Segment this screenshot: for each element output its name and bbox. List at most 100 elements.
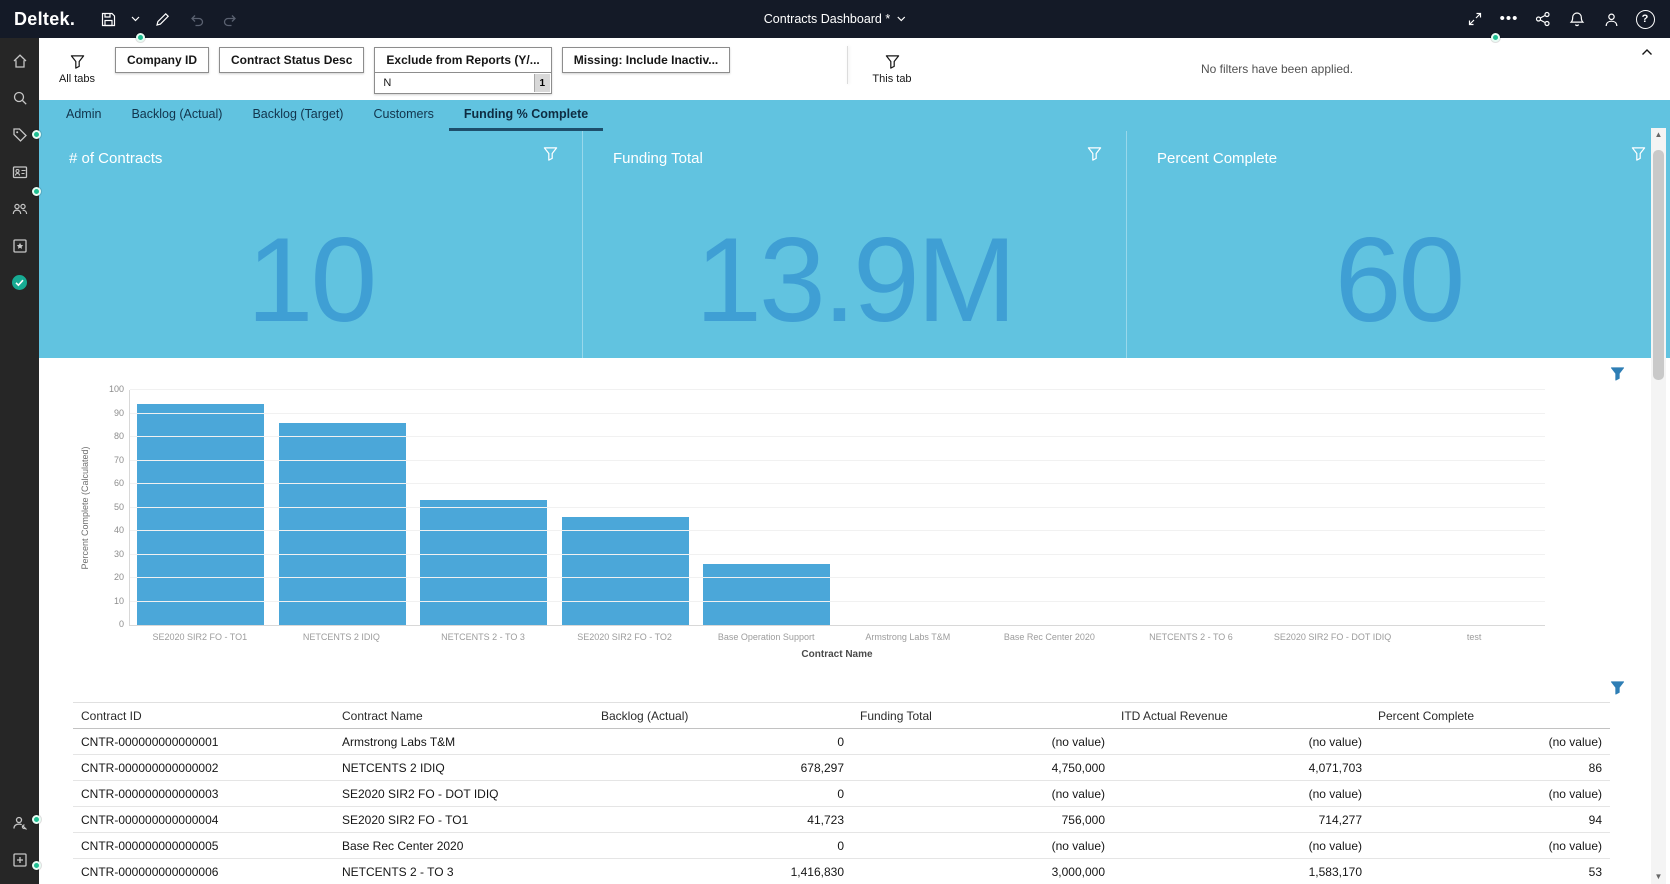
redo-button[interactable]	[213, 0, 247, 38]
x-axis-tick-label: SE2020 SIR2 FO - DOT IDIQ	[1262, 632, 1404, 642]
bar-netcents-2-to-3[interactable]	[420, 500, 547, 625]
table-filter-funnel-icon[interactable]	[1610, 680, 1625, 695]
scroll-up-arrow-icon[interactable]: ▲	[1655, 128, 1663, 142]
x-axis-tick-label: Base Rec Center 2020	[979, 632, 1121, 642]
search-icon	[11, 89, 29, 107]
save-button[interactable]	[91, 0, 125, 38]
vertical-scrollbar[interactable]: ▲ ▼	[1651, 128, 1666, 884]
table-row[interactable]: CNTR-000000000000003SE2020 SIR2 FO - DOT…	[73, 781, 1610, 807]
gridline	[130, 577, 1545, 578]
sidebar-item-search[interactable]	[0, 79, 39, 116]
gridline	[130, 413, 1545, 414]
filter-chip-label[interactable]: Exclude from Reports (Y/...	[375, 48, 550, 73]
column-header-percent-complete[interactable]: Percent Complete	[1370, 703, 1610, 729]
gridline	[130, 460, 1545, 461]
sidebar-item-contacts[interactable]	[0, 190, 39, 227]
bar-slot	[413, 390, 555, 625]
filter-chip-value[interactable]: N	[375, 77, 391, 89]
table-row[interactable]: CNTR-000000000000002NETCENTS 2 IDIQ678,2…	[73, 755, 1610, 781]
undo-button[interactable]	[179, 0, 213, 38]
bar-slot	[130, 390, 272, 625]
y-axis-tick-label: 90	[92, 408, 124, 418]
top-bar: Deltek.	[0, 0, 1670, 38]
table-cell: CNTR-000000000000006	[73, 859, 334, 884]
scroll-down-arrow-icon[interactable]: ▼	[1655, 870, 1663, 884]
edit-button[interactable]	[145, 0, 179, 38]
bar-se2020-sir2-fo-to1[interactable]	[137, 404, 264, 625]
table-cell: (no value)	[1370, 833, 1610, 859]
table-cell: 4,750,000	[852, 755, 1113, 781]
table-cell: CNTR-000000000000004	[73, 807, 334, 833]
y-axis-tick-label: 30	[92, 549, 124, 559]
contracts-table: Contract IDContract NameBacklog (Actual)…	[73, 702, 1610, 884]
left-sidebar	[0, 38, 39, 884]
column-header-contract-name[interactable]: Contract Name	[334, 703, 593, 729]
bar-netcents-2-idiq[interactable]	[279, 423, 406, 625]
column-header-contract-id[interactable]: Contract ID	[73, 703, 334, 729]
table-row[interactable]: CNTR-000000000000001Armstrong Labs T&M0(…	[73, 729, 1610, 755]
gridline	[130, 436, 1545, 437]
x-axis-tick-label: Base Operation Support	[695, 632, 837, 642]
sidebar-item-home[interactable]	[0, 42, 39, 79]
table-row[interactable]: CNTR-000000000000005Base Rec Center 2020…	[73, 833, 1610, 859]
collapse-filter-bar-button[interactable]	[1624, 38, 1670, 100]
sidebar-item-user-badge[interactable]	[0, 153, 39, 190]
dashboard-tabs: AdminBacklog (Actual)Backlog (Target)Cus…	[39, 100, 1670, 131]
kpi-filter-funnel-icon[interactable]	[543, 146, 558, 161]
table-cell: SE2020 SIR2 FO - DOT IDIQ	[334, 781, 593, 807]
table-row[interactable]: CNTR-000000000000004SE2020 SIR2 FO - TO1…	[73, 807, 1610, 833]
tab-funding-complete[interactable]: Funding % Complete	[449, 100, 603, 131]
column-header-funding-total[interactable]: Funding Total	[852, 703, 1113, 729]
expand-button[interactable]	[1458, 0, 1492, 38]
kpi-value: 60	[1127, 220, 1670, 340]
column-header-itd-actual-revenue[interactable]: ITD Actual Revenue	[1113, 703, 1370, 729]
tab-admin[interactable]: Admin	[51, 100, 116, 131]
column-header-backlog-actual[interactable]: Backlog (Actual)	[593, 703, 852, 729]
table-cell: (no value)	[852, 833, 1113, 859]
kpi-filter-funnel-icon[interactable]	[1087, 146, 1102, 161]
tab-backlog-target[interactable]: Backlog (Target)	[237, 100, 358, 131]
all-tabs-filter[interactable]: All tabs	[39, 38, 115, 100]
table-cell: (no value)	[1370, 729, 1610, 755]
chart-filter-funnel-icon[interactable]	[1610, 366, 1625, 381]
gridline	[130, 483, 1545, 484]
scrollbar-thumb[interactable]	[1653, 150, 1664, 380]
filter-chip-contract-status-desc[interactable]: Contract Status Desc	[219, 47, 364, 73]
kpi-filter-funnel-icon[interactable]	[1631, 146, 1646, 161]
dashboard-title-menu[interactable]: Contracts Dashboard *	[764, 0, 906, 38]
share-button[interactable]	[1526, 0, 1560, 38]
overflow-menu-icon: •••	[1500, 14, 1519, 24]
bar-base-operation-support[interactable]	[703, 564, 830, 625]
notifications-button[interactable]	[1560, 0, 1594, 38]
bar-slot	[696, 390, 838, 625]
filter-chip-missing-include-inactiv[interactable]: Missing: Include Inactiv...	[562, 47, 730, 73]
filter-bar-divider	[847, 46, 848, 84]
this-tab-label: This tab	[872, 73, 911, 85]
save-menu-chevron-icon	[131, 16, 140, 22]
bar-se2020-sir2-fo-to2[interactable]	[562, 517, 689, 625]
x-axis-title: Contract Name	[129, 649, 1545, 660]
table-cell: (no value)	[1370, 781, 1610, 807]
this-tab-filter[interactable]: This tab	[854, 38, 930, 100]
chart-plot-area: 0102030405060708090100	[129, 390, 1545, 626]
filter-chip-company-id[interactable]: Company ID	[115, 47, 209, 73]
tab-customers[interactable]: Customers	[358, 100, 448, 131]
kpi-card-of-contracts: # of Contracts10	[39, 131, 583, 358]
bar-slot	[1404, 390, 1546, 625]
sidebar-item-favorites[interactable]	[0, 227, 39, 264]
home-icon	[11, 52, 29, 70]
user-settings-icon	[11, 814, 29, 832]
filter-chip-exclude-from-reports-y: Exclude from Reports (Y/...N1	[374, 47, 551, 94]
save-menu-button[interactable]	[125, 0, 145, 38]
tab-backlog-actual[interactable]: Backlog (Actual)	[116, 100, 237, 131]
filter-chip-input-row: N1	[375, 73, 550, 93]
table-row[interactable]: CNTR-000000000000006NETCENTS 2 - TO 31,4…	[73, 859, 1610, 884]
sidebar-item-approvals[interactable]	[0, 264, 39, 301]
kpi-band: # of Contracts10Funding Total13.9MPercen…	[39, 131, 1670, 358]
scrollbar-track[interactable]	[1651, 142, 1666, 870]
help-button[interactable]: ?	[1628, 0, 1662, 38]
table-cell: 0	[593, 833, 852, 859]
kpi-value: 13.9M	[583, 220, 1126, 340]
sidebar-item-add[interactable]	[0, 841, 39, 878]
account-button[interactable]	[1594, 0, 1628, 38]
